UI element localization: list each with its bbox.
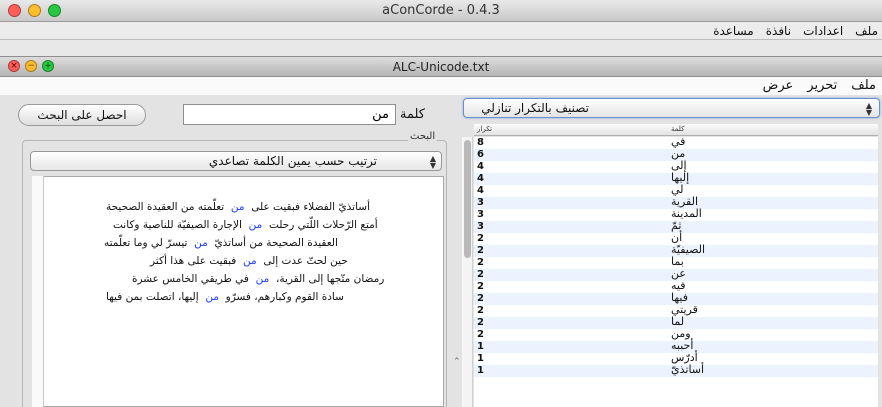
results-gutter [32,176,44,407]
keyword-match: من [248,219,263,231]
concordance-line: رمضان متّجها إلى القرية، من في طريقي الخ… [132,273,385,285]
results-sort-value: ترتيب حسب يمين الكلمة تصاعدي [208,154,377,168]
app-menubar: ملف اعدادات نافذة مساعدة [0,22,882,40]
frequency-scroll-thumb[interactable] [464,140,471,258]
results-sort-arrows-icon: ▲ ▼ [429,154,437,170]
document-titlebar: × − + ALC-Unicode.txt [0,56,882,77]
keyword-match: من [205,291,219,303]
column-header-word[interactable]: كلمة [671,125,684,133]
frequency-sort-value: تصنيف بالتكرار تنازلي [481,101,589,115]
search-group-title: البحث [408,131,438,142]
concordance-line: العقيدة الصحيحة من أساتذيّ من تيسرّ لي و… [104,237,338,249]
results-sort-select[interactable]: ترتيب حسب يمين الكلمة تصاعدي [30,151,442,171]
table-row[interactable]: 1 أساتذيّ [474,364,878,377]
search-word-label: كلمة [400,107,425,122]
frequency-table-header: تكرار كلمة [474,124,878,136]
keyword-match: من [194,237,208,249]
menu-file[interactable]: ملف [855,24,878,38]
app-title: aConCorde - 0.4.3 [382,3,500,18]
keyword-match: من [243,255,257,267]
doc-menu-view[interactable]: عرض [763,78,794,93]
column-header-count[interactable]: تكرار [477,125,492,133]
keyword-match: من [230,201,245,213]
menu-settings[interactable]: اعدادات [803,24,843,38]
menu-window[interactable]: نافذة [766,24,791,38]
frequency-sort-arrows-icon: ▲ ▼ [865,101,873,117]
get-search-button[interactable]: احصل على البحث [18,104,146,126]
concordance-line: أساتذيّ الفضلاء فبقيت على من تعلّمته من … [106,201,371,213]
document-menubar: ملف تحرير عرض [0,77,882,95]
concordance-line: أمتع الرّحلات اللّتي رحلت من الإجارة الص… [113,219,378,231]
document-title: ALC-Unicode.txt [392,60,490,74]
split-handle-icon[interactable]: ⌃ [453,357,461,367]
keyword-match: من [255,273,270,285]
menu-help[interactable]: مساعدة [713,24,754,38]
frequency-table: 8 في 6 من 4 إلى 4 إليها 4 لي 3 القرية 3 المدينة… [474,137,878,407]
doc-menu-edit[interactable]: تحرير [807,78,837,93]
concordance-line: حين لحتّ عدت إلى من فبقيت على هذا أكثر [150,255,348,267]
frequency-sort-select[interactable]: تصنيف بالتكرار تنازلي [463,98,880,118]
app-titlebar: aConCorde - 0.4.3 [0,0,882,22]
doc-menu-file[interactable]: ملف [851,78,876,93]
concordance-line: سادة القوم وكبارهم، فسرّو من إليها، اتصل… [106,291,344,303]
search-word-input[interactable] [183,104,396,125]
